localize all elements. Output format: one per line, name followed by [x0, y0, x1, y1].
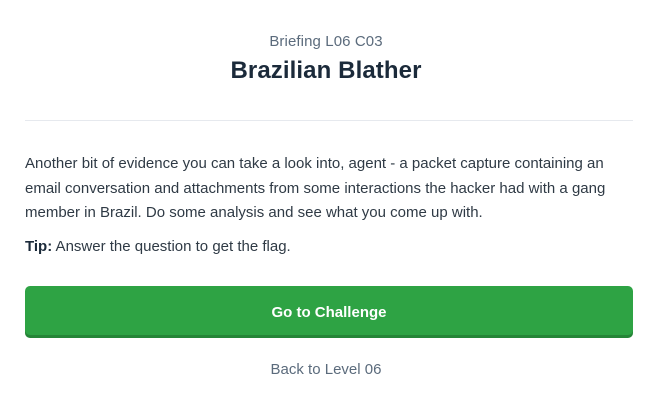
briefing-page: Briefing L06 C03 Brazilian Blather Anoth… — [0, 0, 652, 401]
briefing-description: Another bit of evidence you can take a l… — [25, 155, 606, 221]
tip-label: Tip: — [25, 238, 53, 255]
briefing-subtitle: Briefing L06 C03 — [269, 33, 383, 50]
page-title: Brazilian Blather — [230, 57, 422, 84]
header-divider — [25, 120, 633, 121]
tip-text: Answer the question to get the flag. — [52, 238, 291, 255]
go-to-challenge-button[interactable]: Go to Challenge — [25, 286, 633, 338]
back-to-level-link[interactable]: Back to Level 06 — [0, 361, 652, 378]
tip-line: Tip: Answer the question to get the flag… — [25, 236, 633, 258]
